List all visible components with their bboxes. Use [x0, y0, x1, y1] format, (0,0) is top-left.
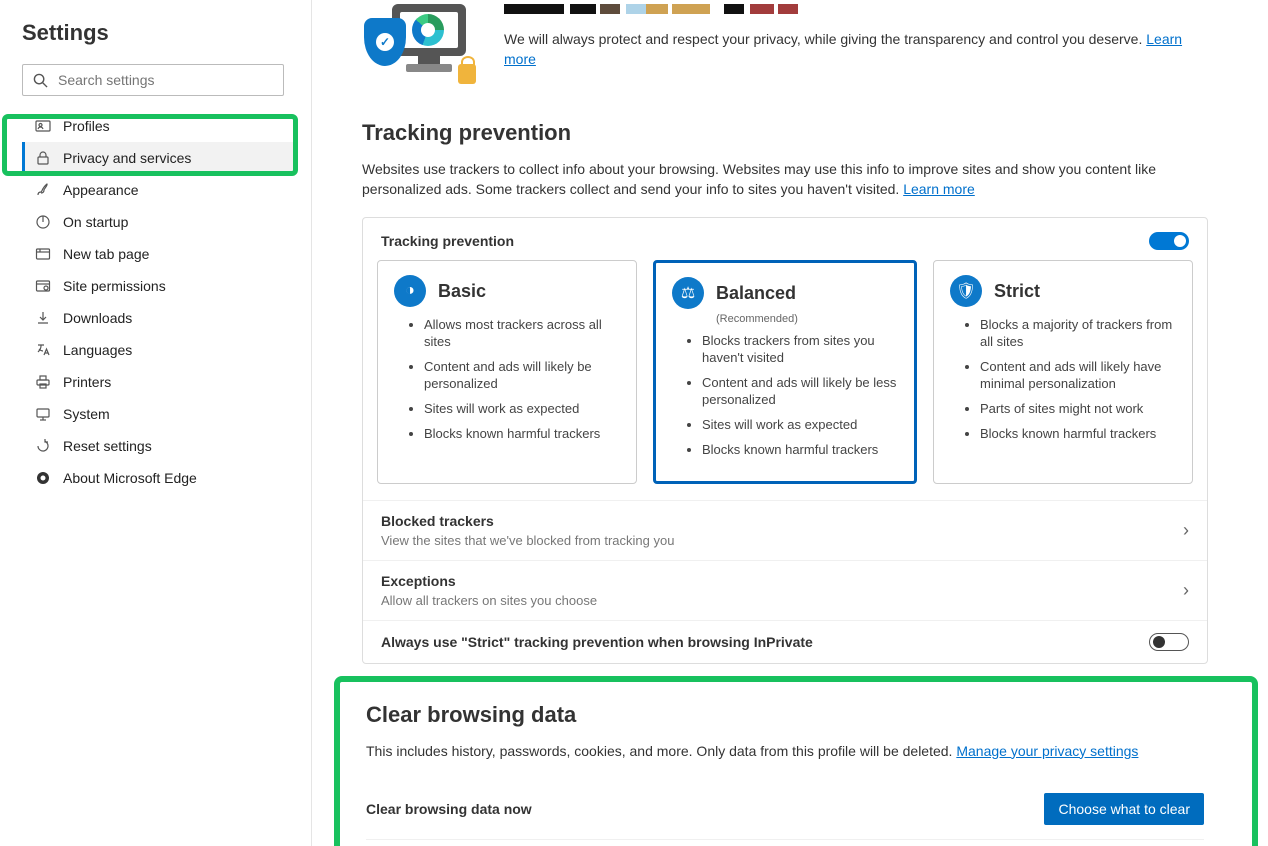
sidebar-item-appearance[interactable]: Appearance [22, 174, 297, 206]
tracking-learn-more-link[interactable]: Learn more [903, 181, 975, 197]
edge-icon [33, 470, 53, 486]
tab-icon [33, 246, 53, 262]
sidebar-item-printers[interactable]: Printers [22, 366, 297, 398]
power-icon [33, 214, 53, 230]
redaction-bar [504, 4, 798, 14]
strict-inprivate-row: Always use "Strict" tracking prevention … [363, 620, 1207, 663]
exceptions-row[interactable]: Exceptions Allow all trackers on sites y… [363, 560, 1207, 620]
main-content: We will always protect and respect your … [312, 0, 1268, 846]
privacy-illustration [362, 0, 480, 90]
tracking-card-strict[interactable]: 🛡StrictBlocks a majority of trackers fro… [933, 260, 1193, 483]
tracking-toggle[interactable] [1149, 232, 1189, 250]
sidebar-item-privacy-and-services[interactable]: Privacy and services [22, 142, 297, 174]
privacy-hero: We will always protect and respect your … [362, 0, 1208, 90]
choose-what-to-clear-button[interactable]: Choose what to clear [1044, 793, 1204, 825]
settings-sidebar: Settings ProfilesPrivacy and servicesApp… [0, 0, 312, 846]
tracking-panel-label: Tracking prevention [381, 233, 514, 249]
hero-text: We will always protect and respect your … [504, 31, 1142, 47]
sidebar-item-languages[interactable]: Languages [22, 334, 297, 366]
tracking-prevention-desc: Websites use trackers to collect info ab… [362, 160, 1208, 199]
lock-icon [458, 64, 476, 84]
sidebar-item-about-microsoft-edge[interactable]: About Microsoft Edge [22, 462, 297, 494]
card-icon: ⚖ [672, 277, 704, 309]
tracking-card-basic[interactable]: ◑BasicAllows most trackers across all si… [377, 260, 637, 483]
card-icon: ◑ [394, 275, 426, 307]
blocked-trackers-row[interactable]: Blocked trackers View the sites that we'… [363, 500, 1207, 560]
tracking-prevention-panel: Tracking prevention ◑BasicAllows most tr… [362, 217, 1208, 663]
chevron-right-icon: › [1183, 580, 1189, 601]
printer-icon [33, 374, 53, 390]
download-icon [33, 310, 53, 326]
search-input[interactable] [58, 72, 273, 88]
sidebar-item-new-tab-page[interactable]: New tab page [22, 238, 297, 270]
manage-privacy-settings-link[interactable]: Manage your privacy settings [956, 743, 1138, 759]
reset-icon [33, 438, 53, 454]
nav-list: ProfilesPrivacy and servicesAppearanceOn… [22, 110, 297, 494]
page-title: Settings [22, 20, 297, 46]
sidebar-item-downloads[interactable]: Downloads [22, 302, 297, 334]
clear-browsing-data-section: Clear browsing data This includes histor… [362, 690, 1208, 846]
sidebar-item-reset-settings[interactable]: Reset settings [22, 430, 297, 462]
strict-inprivate-toggle[interactable] [1149, 633, 1189, 651]
choose-everytime-row[interactable]: Choose what to clear every time you clos… [366, 839, 1204, 846]
clear-now-label: Clear browsing data now [366, 801, 532, 817]
brush-icon [33, 182, 53, 198]
lock-icon [33, 150, 53, 166]
shield-icon [364, 18, 406, 66]
sidebar-item-on-startup[interactable]: On startup [22, 206, 297, 238]
clear-data-heading: Clear browsing data [366, 702, 1204, 728]
search-input-wrap[interactable] [22, 64, 284, 96]
tracking-level-cards: ◑BasicAllows most trackers across all si… [363, 260, 1207, 499]
sidebar-item-site-permissions[interactable]: Site permissions [22, 270, 297, 302]
chevron-right-icon: › [1183, 520, 1189, 541]
tracking-card-balanced[interactable]: ⚖Balanced(Recommended)Blocks trackers fr… [653, 260, 917, 483]
card-icon: 🛡 [950, 275, 982, 307]
clear-data-desc: This includes history, passwords, cookie… [366, 742, 1204, 762]
edge-logo-icon [412, 14, 444, 46]
tracking-prevention-heading: Tracking prevention [362, 120, 1208, 146]
profile-icon [33, 118, 53, 134]
search-icon [33, 73, 48, 88]
lang-icon [33, 342, 53, 358]
sidebar-item-profiles[interactable]: Profiles [22, 110, 297, 142]
sidebar-item-system[interactable]: System [22, 398, 297, 430]
system-icon [33, 406, 53, 422]
siteperm-icon [33, 278, 53, 294]
